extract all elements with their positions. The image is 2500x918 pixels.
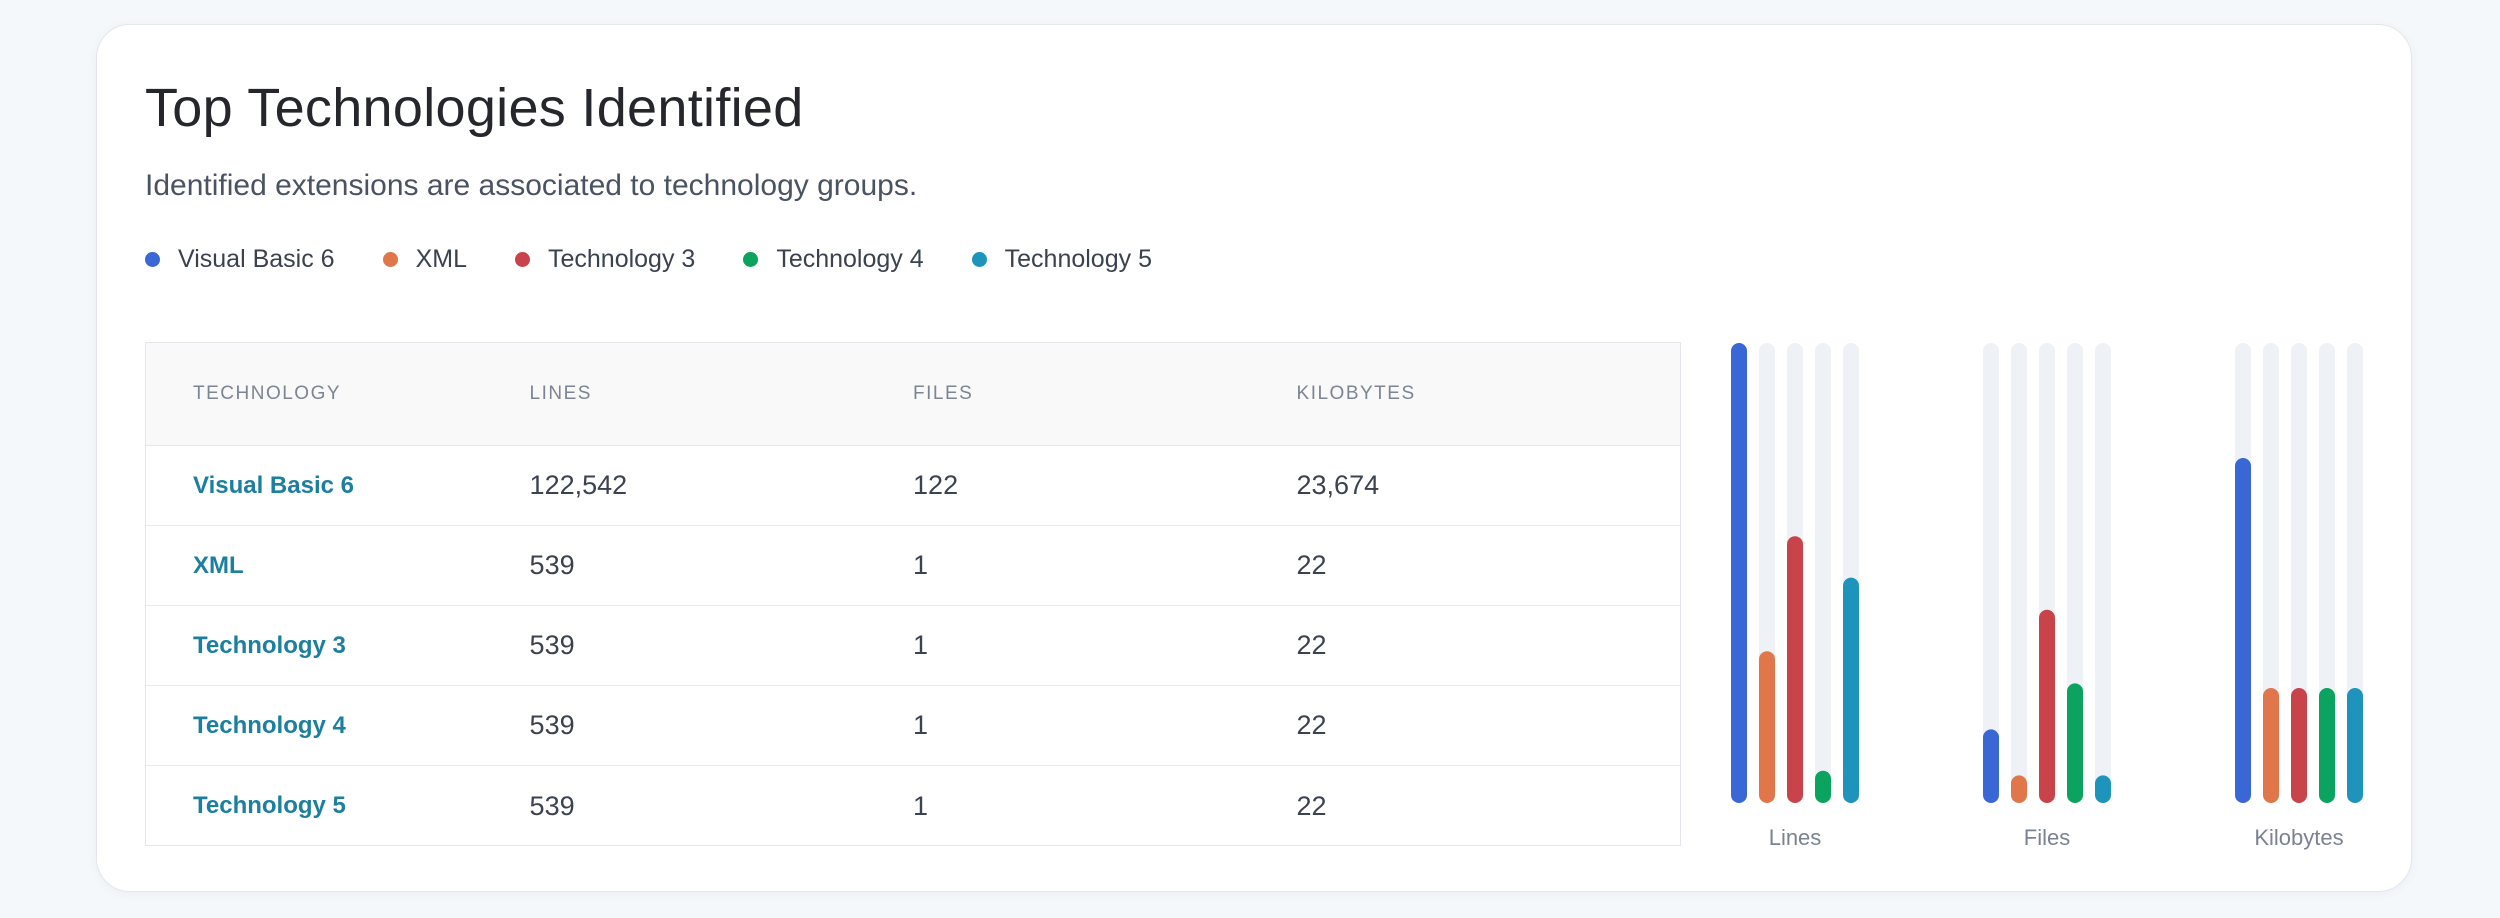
bar-track [2011, 343, 2027, 803]
technology-link[interactable]: Technology 3 [193, 632, 346, 659]
card-title: Top Technologies Identified [145, 78, 804, 138]
bar-track [2319, 343, 2335, 803]
legend-label: Technology 5 [1004, 245, 1152, 273]
bar-track [1759, 343, 1775, 803]
chart-group-kilobytes: Kilobytes [2235, 343, 2363, 850]
bar-track [2095, 343, 2111, 803]
legend-dot [145, 252, 160, 267]
chart-group-lines: Lines [1731, 343, 1859, 850]
table-row: Visual Basic 6 122,542 122 23,674 [146, 446, 1680, 526]
bar-technology-4 [2319, 688, 2335, 803]
technologies-card: Top Technologies Identified Identified e… [96, 24, 2412, 892]
bar-xml [2263, 688, 2279, 803]
column-header-technology: Technology [193, 383, 342, 404]
chart-label: Kilobytes [2254, 825, 2343, 850]
bar-track [2067, 343, 2083, 803]
lines-cell: 539 [529, 550, 575, 580]
table-row: XML 539 1 22 [146, 526, 1680, 606]
column-header-files: Files [913, 383, 974, 404]
table-header: Technology Lines Files Kilobytes [146, 343, 1680, 446]
table-row: Technology 5 539 1 22 [146, 766, 1680, 846]
legend-item: Technology 4 [743, 245, 924, 274]
bar-xml [1759, 651, 1775, 803]
bar-track [1815, 343, 1831, 803]
legend-dot [971, 252, 987, 267]
table-row: Technology 4 539 1 22 [146, 686, 1680, 766]
lines-cell: 539 [529, 790, 575, 821]
card-subtitle: Identified extensions are associated to … [145, 169, 918, 202]
bar-xml [2011, 775, 2027, 803]
lines-cell: 539 [529, 630, 575, 660]
bar-technology-3 [1787, 536, 1803, 803]
bar-technology-4 [1815, 770, 1831, 803]
bar-track [1983, 343, 1999, 803]
kilobytes-cell: 22 [1296, 790, 1327, 821]
bar-visual-basic-6 [2235, 458, 2251, 803]
lines-cell: 122,542 [529, 470, 628, 500]
column-header-lines: Lines [529, 383, 592, 404]
lines-cell: 539 [529, 710, 575, 740]
bar-technology-3 [2039, 609, 2055, 803]
column-header-kilobytes: Kilobytes [1296, 383, 1416, 404]
files-cell: 1 [913, 630, 929, 660]
kilobytes-cell: 22 [1296, 630, 1327, 660]
legend-dot [514, 252, 530, 267]
bar-track [2039, 343, 2055, 803]
kilobytes-cell: 22 [1296, 550, 1327, 580]
bar-technology-3 [2291, 688, 2307, 803]
bar-track [2291, 343, 2307, 803]
bar-track [1731, 343, 1747, 803]
files-cell: 1 [913, 710, 929, 740]
legend: Visual Basic 6 XML Technology 3 Technolo… [145, 245, 1152, 274]
technology-link[interactable]: Visual Basic 6 [193, 472, 354, 499]
bar-visual-basic-6 [1731, 343, 1747, 803]
chart-label: Lines [1769, 825, 1822, 850]
legend-item: Technology 5 [971, 245, 1152, 274]
technology-link[interactable]: Technology 5 [193, 792, 346, 819]
legend-dot [743, 252, 759, 267]
bar-technology-5 [1843, 577, 1859, 803]
bar-track [2235, 343, 2251, 803]
technologies-table: Technology Lines Files Kilobytes Visual … [145, 342, 1681, 846]
bar-track [1843, 343, 1859, 803]
files-cell: 122 [913, 470, 959, 500]
table-row: Technology 3 539 1 22 [146, 606, 1680, 686]
chart-group-files: Files [1983, 343, 2111, 850]
kilobytes-cell: 23,674 [1296, 470, 1380, 500]
bar-track [2263, 343, 2279, 803]
bar-track [2347, 343, 2363, 803]
legend-item: XML [382, 245, 467, 274]
legend-label: Visual Basic 6 [178, 245, 335, 273]
bar-technology-5 [2095, 775, 2111, 803]
legend-label: XML [415, 245, 467, 273]
bar-track [1787, 343, 1803, 803]
legend-label: Technology 4 [776, 245, 924, 273]
kilobytes-cell: 22 [1296, 710, 1327, 740]
bar-technology-4 [2067, 683, 2083, 803]
legend-item: Technology 3 [514, 245, 696, 274]
legend-dot [382, 252, 398, 267]
bar-technology-5 [2347, 688, 2363, 803]
files-cell: 1 [913, 550, 929, 580]
bar-visual-basic-6 [1983, 729, 1999, 803]
files-cell: 1 [913, 790, 929, 821]
technology-link[interactable]: XML [193, 552, 244, 579]
chart-label: Files [2024, 825, 2070, 850]
technology-link[interactable]: Technology 4 [193, 712, 346, 739]
legend-label: Technology 3 [547, 245, 696, 273]
legend-item: Visual Basic 6 [145, 245, 335, 274]
